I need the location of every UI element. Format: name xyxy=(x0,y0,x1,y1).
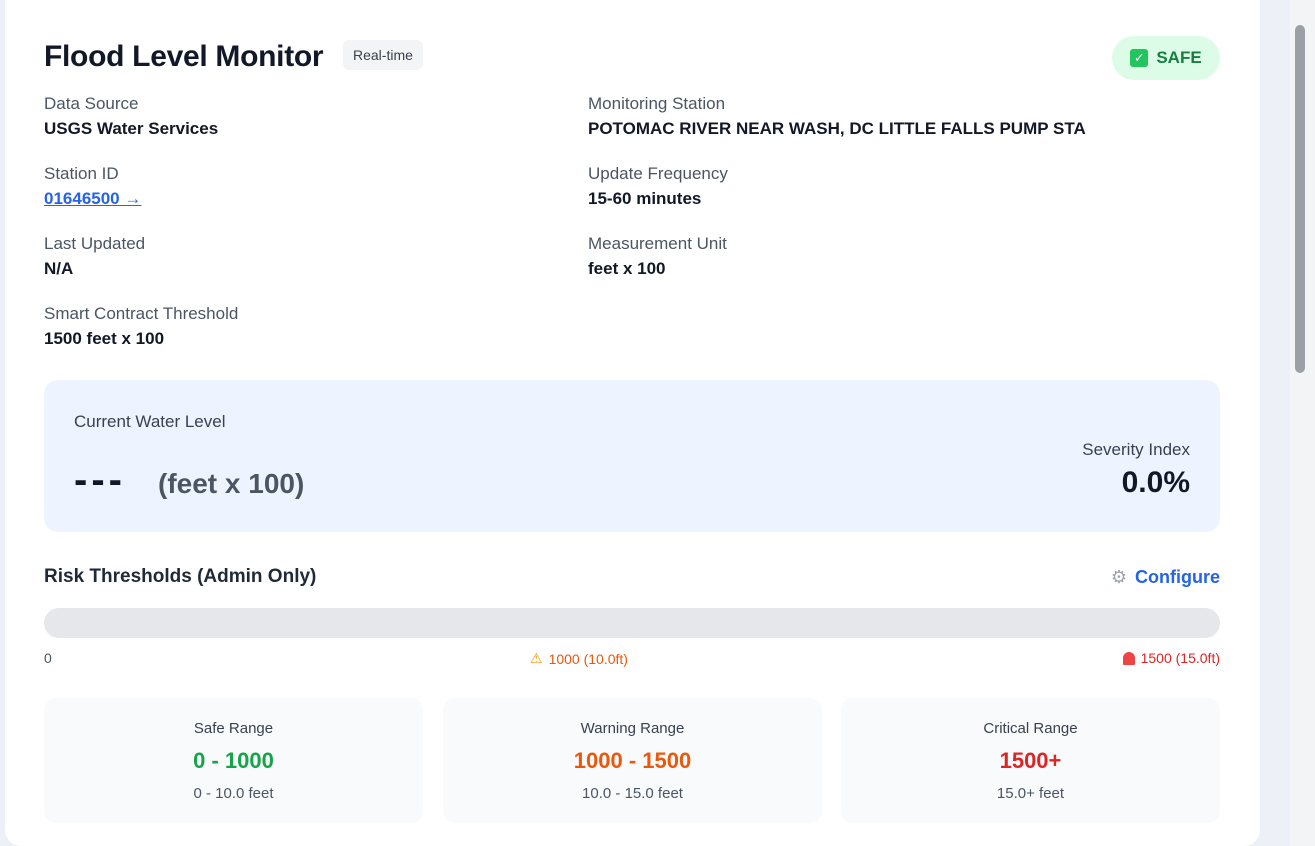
warning-range-label: Warning Range xyxy=(580,720,685,737)
monitoring-station-label: Monitoring Station xyxy=(588,94,726,113)
scale-min-label: 0 xyxy=(44,650,52,666)
range-cards: Safe Range 0 - 1000 0 - 10.0 feet Warnin… xyxy=(44,698,1220,823)
monitoring-station-info: Monitoring Station POTOMAC RIVER NEAR WA… xyxy=(588,92,1220,141)
threshold-scale: 0 ⚠ 1000 (10.0ft) 1500 (15.0ft) xyxy=(44,650,1220,668)
station-id-link[interactable]: 01646500 → xyxy=(44,187,604,211)
data-source-value: USGS Water Services xyxy=(44,119,219,138)
page-title: Flood Level Monitor xyxy=(44,40,324,73)
risk-thresholds-header: Risk Thresholds (Admin Only) ⚙ Configure xyxy=(44,566,1220,594)
last-updated-label: Last Updated xyxy=(44,234,146,253)
critical-range-value: 1500+ xyxy=(999,748,1062,773)
station-id-label: Station ID xyxy=(44,164,119,183)
water-level-panel: Current Water Level --- (feet x 100) Sev… xyxy=(44,380,1220,532)
scale-critical-label: 1500 (15.0ft) xyxy=(1140,650,1220,666)
update-frequency-value: 15-60 minutes xyxy=(588,189,702,208)
last-updated-info: Last Updated N/A xyxy=(44,232,604,281)
water-level-bar xyxy=(44,608,1220,638)
data-source-info: Data Source USGS Water Services xyxy=(44,92,604,141)
station-id-info: Station ID 01646500 → xyxy=(44,162,604,211)
scale-critical-marker: 1500 (15.0ft) xyxy=(1122,650,1220,666)
warning-range-card: Warning Range 1000 - 1500 10.0 - 15.0 fe… xyxy=(443,698,822,823)
safe-range-value: 0 - 1000 xyxy=(193,748,274,773)
measurement-unit-value: feet x 100 xyxy=(588,259,666,278)
critical-range-feet: 15.0+ feet xyxy=(996,785,1065,802)
measurement-unit-info: Measurement Unit feet x 100 xyxy=(588,232,1148,281)
water-level-value: --- xyxy=(74,458,126,502)
risk-thresholds-title: Risk Thresholds (Admin Only) xyxy=(44,566,317,587)
gear-icon: ⚙ xyxy=(1110,567,1127,587)
siren-icon xyxy=(1122,651,1135,665)
monitor-card: Flood Level Monitor Real-time ✓ SAFE Dat… xyxy=(5,0,1260,846)
water-level-label: Current Water Level xyxy=(74,412,226,431)
realtime-tag: Real-time xyxy=(343,40,423,70)
severity-value: 0.0% xyxy=(1121,466,1190,499)
status-badge: ✓ SAFE xyxy=(1112,36,1220,80)
scale-warning-marker: ⚠ 1000 (10.0ft) xyxy=(530,650,628,667)
last-updated-value: N/A xyxy=(44,259,74,278)
safe-range-label: Safe Range xyxy=(193,720,274,737)
configure-label: Configure xyxy=(1135,567,1220,587)
update-frequency-label: Update Frequency xyxy=(588,164,728,183)
threshold-label: Smart Contract Threshold xyxy=(44,304,239,323)
status-label: SAFE xyxy=(1156,48,1202,67)
configure-button[interactable]: ⚙ Configure xyxy=(1111,567,1220,588)
threshold-info: Smart Contract Threshold 1500 feet x 100 xyxy=(44,302,604,351)
warning-range-value: 1000 - 1500 xyxy=(573,748,692,773)
check-icon: ✓ xyxy=(1130,49,1149,67)
monitoring-station-value: POTOMAC RIVER NEAR WASH, DC LITTLE FALLS… xyxy=(588,119,1086,138)
critical-range-label: Critical Range xyxy=(983,720,1078,737)
scrollbar-thumb[interactable] xyxy=(1295,25,1305,373)
data-source-label: Data Source xyxy=(44,94,139,113)
severity-label: Severity Index xyxy=(1082,440,1190,459)
warning-range-feet: 10.0 - 15.0 feet xyxy=(582,785,683,802)
scale-warning-label: 1000 (10.0ft) xyxy=(548,650,628,667)
warning-icon: ⚠ xyxy=(530,650,543,666)
safe-range-card: Safe Range 0 - 1000 0 - 10.0 feet xyxy=(44,698,423,823)
page-scrollbar[interactable] xyxy=(1290,0,1315,846)
update-frequency-info: Update Frequency 15-60 minutes xyxy=(588,162,1148,211)
threshold-value: 1500 feet x 100 xyxy=(44,329,165,348)
measurement-unit-label: Measurement Unit xyxy=(588,234,727,253)
monitor-header: Flood Level Monitor Real-time ✓ SAFE xyxy=(44,36,1220,82)
water-level-unit: (feet x 100) xyxy=(158,468,305,499)
safe-range-feet: 0 - 10.0 feet xyxy=(193,785,274,802)
critical-range-card: Critical Range 1500+ 15.0+ feet xyxy=(841,698,1220,823)
